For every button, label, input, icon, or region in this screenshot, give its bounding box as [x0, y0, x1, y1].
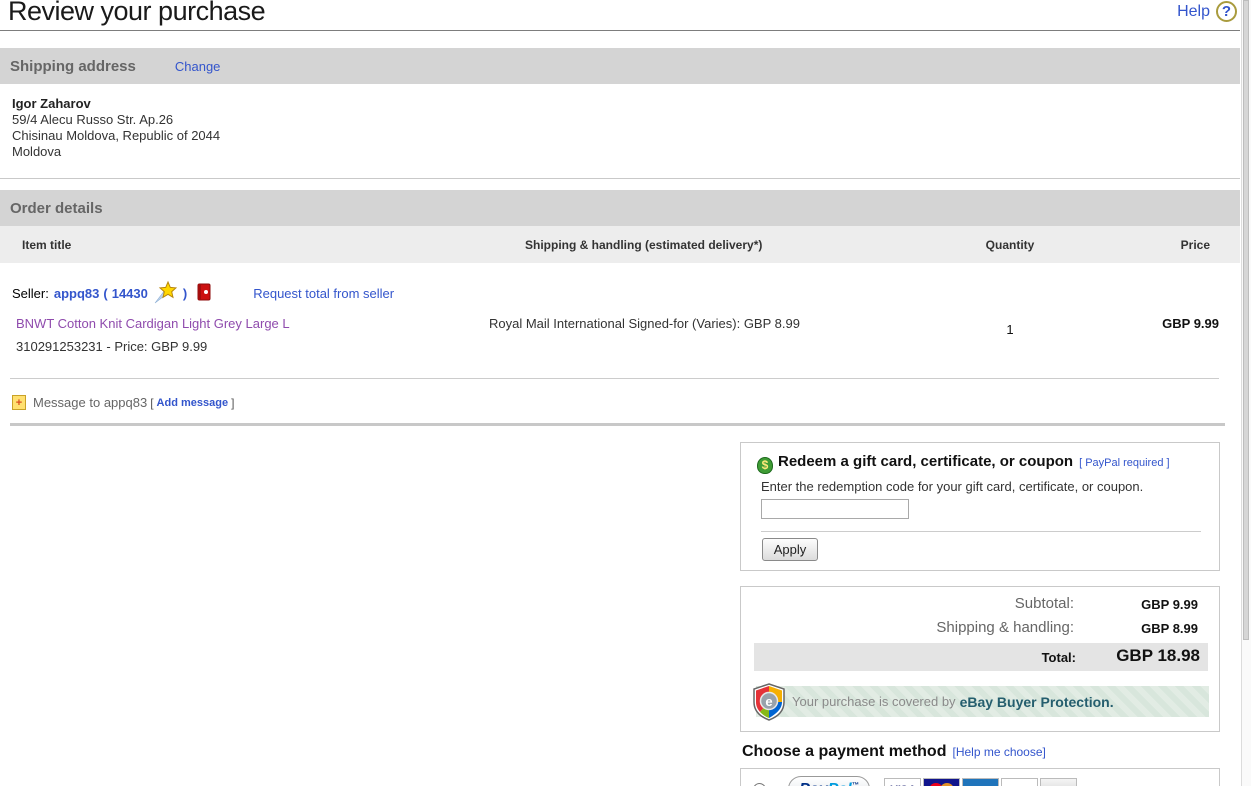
order-details-section-bar: Order details	[0, 190, 1240, 226]
vertical-scrollbar-thumb[interactable]	[1243, 0, 1249, 640]
subtotal-value: GBP 9.99	[1141, 597, 1198, 612]
paypal-trademark: ™	[852, 782, 859, 786]
redeem-gift-card-box: $ Redeem a gift card, certificate, or co…	[740, 442, 1220, 571]
seller-row: Seller: appq83 ( 14430 ) Request total f…	[0, 277, 1240, 309]
seller-aboutme-icon[interactable]	[197, 283, 211, 304]
buyer-protection-banner: e Your purchase is covered by eBay Buyer…	[756, 686, 1209, 717]
address-line: 59/4 Alecu Russo Str. Ap.26	[12, 112, 220, 128]
message-to-seller-row: + Message to appq83 [ Add message ]	[12, 395, 237, 410]
feedback-close-paren: )	[183, 286, 187, 301]
column-header-quantity: Quantity	[960, 238, 1060, 252]
add-note-icon[interactable]: +	[12, 395, 26, 410]
shipping-handling-value: GBP 8.99	[1141, 621, 1198, 636]
change-address-link[interactable]: Change	[175, 59, 221, 74]
order-totals-box: Subtotal: GBP 9.99 Shipping & handling: …	[740, 586, 1220, 732]
paypal-logo-button[interactable]: PayPal™	[788, 776, 870, 786]
bracket-close: ]	[231, 396, 234, 410]
title-divider	[0, 30, 1240, 31]
paypal-logo-pay: Pay	[799, 781, 827, 786]
address-section-divider	[0, 178, 1240, 179]
shipping-handling-label: Shipping & handling:	[936, 619, 1074, 636]
shipping-address-section-bar: Shipping address Change	[0, 48, 1240, 84]
vertical-scrollbar-track[interactable]	[1241, 0, 1251, 786]
address-line: Chisinau Moldova, Republic of 2044	[12, 128, 220, 144]
order-item-row: BNWT Cotton Knit Cardigan Light Grey Lar…	[0, 316, 1240, 354]
apply-button[interactable]: Apply	[762, 538, 818, 561]
shooting-star-icon[interactable]	[152, 280, 177, 307]
seller-feedback-score[interactable]: 14430	[112, 286, 148, 301]
item-shipping-method: Royal Mail International Signed-for (Var…	[480, 316, 960, 331]
bracket-open: [	[150, 396, 153, 410]
seller-label: Seller:	[12, 286, 49, 301]
redeem-divider	[761, 531, 1201, 532]
item-price: GBP 9.99	[1060, 316, 1240, 331]
paypal-logo-pal: Pal	[828, 781, 852, 786]
item-title-link[interactable]: BNWT Cotton Knit Cardigan Light Grey Lar…	[16, 316, 290, 331]
total-label: Total:	[1042, 650, 1076, 665]
column-header-item-title: Item title	[0, 238, 480, 252]
shipping-address-header: Shipping address	[10, 58, 136, 75]
help-area: Help ?	[1177, 1, 1237, 22]
item-number-and-price: 310291253231 - Price: GBP 9.99	[16, 339, 480, 354]
payment-method-header: Choose a payment method [Help me choose]	[742, 743, 1046, 761]
redeem-instructions: Enter the redemption code for your gift …	[761, 479, 1143, 494]
gift-card-icon: $	[757, 457, 773, 474]
order-details-header: Order details	[10, 200, 103, 217]
recipient-name: Igor Zaharov	[12, 96, 220, 112]
add-message-link[interactable]: Add message	[157, 397, 229, 409]
redemption-code-input[interactable]	[761, 499, 909, 519]
subtotal-label: Subtotal:	[1015, 595, 1074, 612]
mastercard-icon	[923, 778, 960, 786]
request-total-link[interactable]: Request total from seller	[253, 286, 394, 301]
address-line: Moldova	[12, 144, 220, 160]
ebay-shield-icon: e	[752, 683, 786, 721]
redeem-title: Redeem a gift card, certificate, or coup…	[778, 453, 1073, 470]
visa-card-icon: VISA	[884, 778, 921, 786]
order-section-divider	[10, 423, 1225, 426]
paypal-required-link[interactable]: [ PayPal required ]	[1079, 457, 1170, 469]
item-row-divider	[10, 378, 1219, 379]
help-question-icon[interactable]: ?	[1216, 1, 1237, 22]
message-to-seller-label: Message to appq83	[33, 395, 147, 410]
buyer-protection-link[interactable]: eBay Buyer Protection.	[960, 694, 1114, 710]
discover-card-icon: DISCOVER	[1001, 778, 1038, 786]
review-purchase-page: Review your purchase Help ? Shipping add…	[0, 0, 1251, 786]
accepted-cards-row: VISA DISCOVER	[884, 778, 1077, 786]
buyer-protection-text: Your purchase is covered by	[792, 694, 956, 709]
help-me-choose-link[interactable]: [Help me choose]	[952, 745, 1045, 759]
seller-id-link[interactable]: appq83	[54, 286, 100, 301]
item-quantity: 1	[960, 316, 1060, 337]
generic-card-icon	[1040, 778, 1077, 786]
payment-method-title: Choose a payment method	[742, 743, 946, 761]
paypal-option-row: PayPal™ VISA DISCOVER	[753, 776, 1077, 786]
payment-method-box: PayPal™ VISA DISCOVER	[740, 768, 1220, 786]
svg-text:e: e	[765, 694, 772, 709]
total-value: GBP 18.98	[1116, 646, 1200, 666]
order-table-header: Item title Shipping & handling (estimate…	[0, 226, 1240, 263]
shipping-address-block: Igor Zaharov 59/4 Alecu Russo Str. Ap.26…	[12, 96, 220, 160]
amex-card-icon	[962, 778, 999, 786]
feedback-open-paren: (	[103, 286, 107, 301]
page-title: Review your purchase	[8, 0, 265, 27]
column-header-shipping: Shipping & handling (estimated delivery*…	[480, 238, 960, 252]
column-header-price: Price	[1060, 238, 1240, 252]
help-link[interactable]: Help	[1177, 3, 1210, 21]
total-row: Total: GBP 18.98	[754, 643, 1208, 671]
